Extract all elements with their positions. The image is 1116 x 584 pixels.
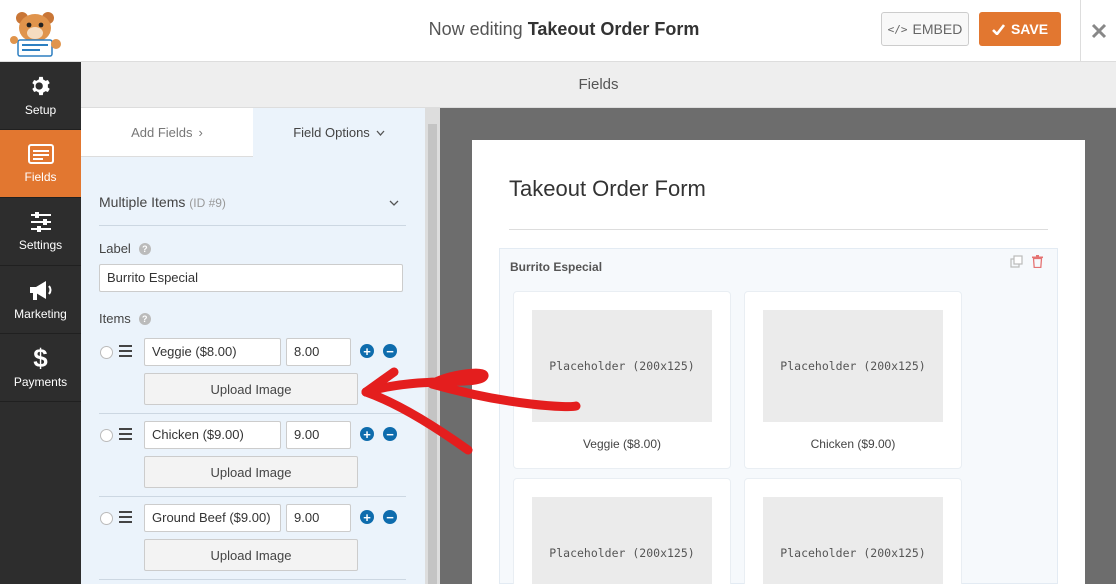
- field-group-header[interactable]: Multiple Items (ID #9): [99, 194, 405, 210]
- divider: [99, 496, 406, 497]
- sidebar-label-fields: Fields: [24, 169, 57, 184]
- label-label: Label: [99, 241, 131, 256]
- drag-handle-icon[interactable]: [119, 428, 132, 443]
- chevron-down-icon: [376, 130, 385, 136]
- embed-label: EMBED: [912, 21, 963, 37]
- choice-item[interactable]: Placeholder (200x125) Chicken ($9.00): [744, 291, 962, 469]
- title-prefix: Now editing: [428, 19, 523, 39]
- close-button[interactable]: [1080, 0, 1116, 62]
- dollar-icon: $: [33, 342, 48, 373]
- placeholder-image: Placeholder (200x125): [532, 497, 712, 584]
- items-heading: Items ?: [99, 311, 151, 326]
- sidebar-item-settings[interactable]: Settings: [0, 198, 81, 266]
- label-heading: Label ?: [99, 241, 151, 256]
- sidebar-item-setup[interactable]: Setup: [0, 62, 81, 130]
- upload-image-button[interactable]: Upload Image: [144, 456, 358, 488]
- scrollbar[interactable]: [425, 108, 440, 584]
- chevron-right-icon: ›: [198, 124, 203, 140]
- sidebar-label-payments: Payments: [13, 374, 68, 389]
- item-name-input[interactable]: Chicken ($9.00): [144, 421, 281, 449]
- tab-add-fields[interactable]: Add Fields ›: [81, 108, 253, 157]
- sidebar-item-payments[interactable]: $ Payments: [0, 334, 81, 402]
- items-label: Items: [99, 311, 131, 326]
- fields-icon: [27, 143, 54, 164]
- close-icon: [1091, 23, 1106, 39]
- checkmark-icon: [992, 23, 1005, 35]
- item-name-input[interactable]: Veggie ($8.00): [144, 338, 281, 366]
- divider: [509, 229, 1048, 230]
- scrollbar-thumb[interactable]: [428, 124, 437, 584]
- sidebar-label-marketing: Marketing: [14, 306, 67, 321]
- save-button[interactable]: SAVE: [979, 12, 1061, 46]
- sidebar-label-settings: Settings: [18, 237, 63, 252]
- form-title: Takeout Order Form: [509, 176, 706, 201]
- collapse-chevron-icon[interactable]: [389, 200, 399, 206]
- label-input[interactable]: Burrito Especial: [99, 264, 403, 292]
- divider: [99, 225, 406, 226]
- duplicate-icon[interactable]: [1010, 255, 1023, 268]
- add-item-icon[interactable]: +: [360, 344, 374, 358]
- choice-item[interactable]: Placeholder (200x125): [513, 478, 731, 584]
- field-label: Burrito Especial: [510, 260, 603, 274]
- drag-handle-icon[interactable]: [119, 511, 132, 526]
- item-name-input[interactable]: Ground Beef ($9.00): [144, 504, 281, 532]
- item-price-input[interactable]: 9.00: [286, 421, 351, 449]
- add-item-icon[interactable]: +: [360, 510, 374, 524]
- placeholder-image: Placeholder (200x125): [763, 310, 943, 422]
- sliders-icon: [30, 211, 51, 232]
- placeholder-image: Placeholder (200x125): [763, 497, 943, 584]
- top-bar: Now editing Takeout Order Form </> EMBED…: [0, 0, 1116, 62]
- upload-image-button[interactable]: Upload Image: [144, 373, 358, 405]
- gear-icon: [31, 76, 50, 95]
- remove-item-icon[interactable]: −: [383, 344, 397, 358]
- default-radio[interactable]: [100, 429, 113, 442]
- panel-tabs: Add Fields › Field Options: [81, 108, 425, 157]
- section-title: Fields: [81, 62, 1116, 108]
- choice-item[interactable]: Placeholder (200x125): [744, 478, 962, 584]
- annotation-arrow: [361, 367, 581, 455]
- form-name: Takeout Order Form: [527, 19, 700, 39]
- field-type: Multiple Items: [99, 194, 186, 210]
- remove-item-icon[interactable]: −: [383, 510, 397, 524]
- tab-field-options[interactable]: Field Options: [253, 108, 425, 157]
- item-price-input[interactable]: 9.00: [286, 504, 351, 532]
- embed-button[interactable]: </> EMBED: [881, 12, 969, 46]
- upload-image-button[interactable]: Upload Image: [144, 539, 358, 571]
- drag-handle-icon[interactable]: [119, 345, 132, 360]
- sidebar-label-setup: Setup: [24, 102, 57, 117]
- megaphone-icon: [29, 280, 51, 300]
- sidebar-item-marketing[interactable]: Marketing: [0, 266, 81, 334]
- field-id: (ID #9): [189, 196, 226, 210]
- item-price-input[interactable]: 8.00: [286, 338, 351, 366]
- left-sidebar: Setup Fields Settings Marketing $ Paymen…: [0, 62, 81, 584]
- help-icon[interactable]: ?: [138, 242, 151, 255]
- code-icon: </>: [887, 22, 908, 36]
- help-icon[interactable]: ?: [138, 312, 151, 325]
- default-radio[interactable]: [100, 346, 113, 359]
- form-preview: Takeout Order Form Burrito Especial Plac…: [440, 108, 1116, 584]
- tab-add-fields-label: Add Fields: [131, 124, 193, 140]
- default-radio[interactable]: [100, 512, 113, 525]
- field-options-panel: Add Fields › Field Options Multiple Item…: [81, 108, 440, 584]
- choice-label: Chicken ($9.00): [810, 437, 896, 451]
- divider: [99, 579, 406, 580]
- tab-field-options-label: Field Options: [293, 125, 370, 140]
- save-label: SAVE: [1010, 21, 1049, 37]
- sidebar-item-fields[interactable]: Fields: [0, 130, 81, 198]
- trash-icon[interactable]: [1032, 255, 1043, 268]
